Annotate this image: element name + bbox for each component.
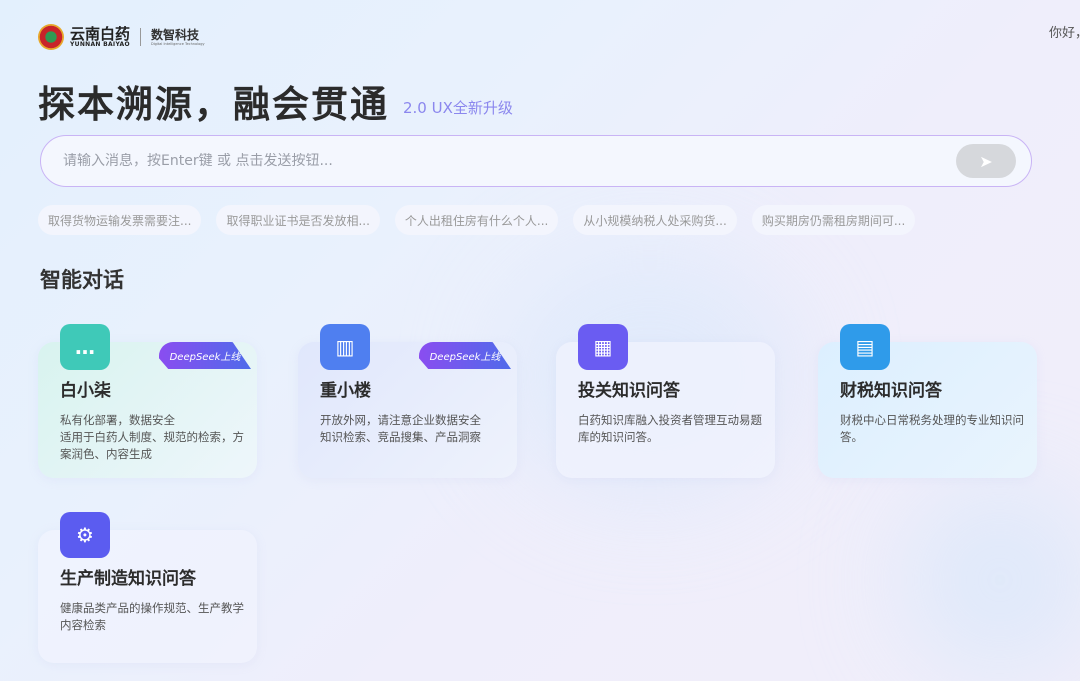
suggestion-list: 取得货物运输发票需要注... 取得职业证书是否发放相... 个人出租住房有什么个…: [38, 205, 916, 235]
tax-document-icon: ▤: [840, 324, 890, 370]
card-zhong-xiao-lou[interactable]: ▥ DeepSeek上线 重小楼 开放外网，请注意企业数据安全 知识检索、竞品搜…: [298, 324, 517, 478]
card-bai-xiao-qi[interactable]: … DeepSeek上线 白小柒 私有化部署，数据安全 适用于白药人制度、规范的…: [38, 324, 257, 478]
logo-en: YUNNAN BAIYAO: [70, 40, 130, 48]
card-title: 白小柒: [60, 381, 111, 401]
card-title: 生产制造知识问答: [60, 569, 196, 589]
card-finance-tax-qa[interactable]: ▤ 财税知识问答 财税中心日常税务处理的专业知识问答。: [818, 324, 1037, 478]
apps-icon: ▦: [578, 324, 628, 370]
suggestion-chip[interactable]: 取得货物运输发票需要注...: [38, 205, 202, 235]
message-input-box: ➤: [40, 135, 1032, 187]
logo-divider: [140, 28, 142, 46]
suggestion-chip[interactable]: 从小规模纳税人处采购货...: [573, 205, 737, 235]
deepseek-badge: DeepSeek上线: [419, 342, 511, 369]
user-greeting[interactable]: 你好，: [1049, 22, 1080, 41]
logo-cn: 云南白药: [70, 24, 131, 43]
page-title: 探本溯源，融会贯通: [38, 83, 389, 126]
logo-emblem-icon: [38, 24, 64, 50]
book-icon: ▥: [320, 324, 370, 370]
card-desc: 健康品类产品的操作规范、生产教学内容检索: [60, 601, 244, 632]
chat-icon: …: [60, 324, 110, 370]
card-title: 重小楼: [320, 381, 371, 401]
card-desc: 财税中心日常税务处理的专业知识问答。: [840, 413, 1024, 444]
card-desc: 私有化部署，数据安全 适用于白药人制度、规范的检索，方案润色、内容生成: [60, 413, 244, 461]
message-input[interactable]: [63, 153, 923, 169]
card-desc: 开放外网，请注意企业数据安全 知识检索、竞品搜集、产品洞察: [320, 413, 481, 444]
card-title: 财税知识问答: [840, 381, 942, 401]
logo: 云南白药 YUNNAN BAIYAO 数智科技 Digital Intelligen…: [38, 24, 205, 50]
card-desc: 白药知识库融入投资者管理互动易题库的知识问答。: [578, 413, 762, 444]
logo-sub-en: Digital Intelligence Technology: [151, 42, 205, 46]
section-title: 智能对话: [40, 268, 124, 292]
send-button[interactable]: ➤: [956, 144, 1016, 178]
suggestion-chip[interactable]: 取得职业证书是否发放相...: [216, 205, 380, 235]
version-label: 2.0 UX全新升级: [403, 99, 513, 117]
logo-sub: 数智科技: [151, 28, 200, 42]
factory-icon: ⚙: [60, 512, 110, 558]
card-investor-relations-qa[interactable]: ▦ 投关知识问答 白药知识库融入投资者管理互动易题库的知识问答。: [556, 324, 775, 478]
deepseek-badge: DeepSeek上线: [159, 342, 251, 369]
card-manufacturing-qa[interactable]: ⚙ 生产制造知识问答 健康品类产品的操作规范、生产教学内容检索: [38, 512, 257, 663]
card-title: 投关知识问答: [578, 381, 680, 401]
send-icon: ➤: [979, 151, 993, 171]
suggestion-chip[interactable]: 个人出租住房有什么个人...: [394, 205, 559, 235]
suggestion-chip[interactable]: 购买期房仍需租房期间可...: [751, 205, 916, 235]
